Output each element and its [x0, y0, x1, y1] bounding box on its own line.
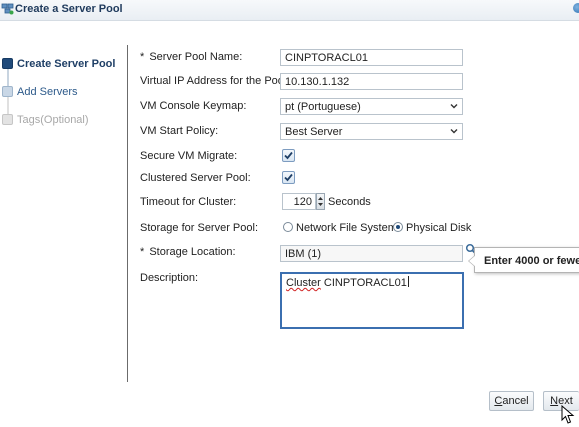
storage-location-label: * Storage Location:	[140, 246, 236, 258]
pool-name-input[interactable]: CINPTORACL01	[280, 49, 463, 66]
row-storage: Storage for Server Pool: Network File Sy…	[140, 218, 570, 240]
row-pool-name: * Server Pool Name: CINPTORACL01	[140, 47, 570, 69]
checkmark-icon	[284, 151, 293, 160]
help-icon[interactable]	[573, 3, 579, 13]
timeout-label: Timeout for Cluster:	[140, 196, 237, 208]
storage-location-input[interactable]: IBM (1)	[280, 245, 463, 262]
step-create-server-pool[interactable]: Create Server Pool	[0, 54, 125, 74]
row-virtual-ip: Virtual IP Address for the Pool: 10.130.…	[140, 71, 570, 93]
row-clustered: Clustered Server Pool:	[140, 168, 570, 190]
clustered-label: Clustered Server Pool:	[140, 172, 251, 184]
tooltip-text: Enter 4000 or fewer	[484, 255, 579, 267]
mouse-pointer-icon	[561, 405, 575, 424]
start-policy-value: Best Server	[285, 126, 343, 138]
row-keymap: VM Console Keymap: pt (Portuguese)	[140, 96, 570, 118]
window-titlebar: Create a Server Pool	[0, 0, 579, 21]
description-text: CINPTORACL01	[320, 277, 407, 289]
chevron-down-icon	[450, 129, 458, 134]
timeout-input[interactable]: 120	[282, 193, 316, 210]
step-label: Create Server Pool	[17, 58, 116, 70]
clustered-checkbox[interactable]	[282, 171, 295, 184]
step-add-servers[interactable]: Add Servers	[0, 82, 125, 102]
chevron-down-icon	[450, 104, 458, 109]
storage-label: Storage for Server Pool:	[140, 222, 259, 234]
description-label: Description:	[140, 272, 199, 284]
radio-label: Physical Disk	[406, 222, 472, 234]
step-current-marker	[2, 58, 13, 69]
pool-name-label: * Server Pool Name:	[140, 51, 243, 63]
keymap-value: pt (Portuguese)	[285, 101, 361, 113]
window-title: Create a Server Pool	[15, 3, 123, 15]
virtual-ip-input[interactable]: 10.130.1.132	[280, 73, 463, 90]
secure-migrate-label: Secure VM Migrate:	[140, 150, 238, 162]
description-tooltip: Enter 4000 or fewer	[468, 247, 579, 273]
radio-network-file-system[interactable]	[283, 222, 293, 232]
text-caret	[407, 276, 409, 287]
keymap-label: VM Console Keymap:	[140, 100, 247, 112]
virtual-ip-label: Virtual IP Address for the Pool:	[140, 75, 290, 87]
start-policy-label: VM Start Policy:	[140, 125, 219, 137]
cancel-button[interactable]: Cancel	[489, 391, 534, 411]
secure-migrate-checkbox[interactable]	[282, 149, 295, 162]
description-misspelled-word: Cluster	[286, 277, 321, 289]
row-secure-migrate: Secure VM Migrate:	[140, 146, 570, 168]
timeout-spinner[interactable]	[316, 193, 325, 210]
row-start-policy: VM Start Policy: Best Server	[140, 121, 570, 143]
step-disabled-marker	[2, 114, 13, 125]
step-tags-optional: Tags(Optional)	[0, 110, 125, 130]
step-marker	[2, 86, 13, 97]
radio-label: Network File System	[296, 222, 397, 234]
description-textarea[interactable]: Cluster CINPTORACL01	[280, 272, 464, 329]
server-pool-icon	[1, 3, 14, 15]
keymap-select[interactable]: pt (Portuguese)	[280, 98, 463, 115]
row-timeout: Timeout for Cluster: 120 Seconds	[140, 192, 570, 214]
checkmark-icon	[284, 173, 293, 182]
timeout-unit: Seconds	[328, 196, 371, 208]
radio-physical-disk[interactable]	[393, 222, 403, 232]
step-label: Add Servers	[17, 86, 78, 98]
start-policy-select[interactable]: Best Server	[280, 123, 463, 140]
step-label: Tags(Optional)	[17, 114, 89, 126]
spinner-arrows-icon	[318, 197, 323, 206]
panel-divider	[127, 45, 128, 382]
